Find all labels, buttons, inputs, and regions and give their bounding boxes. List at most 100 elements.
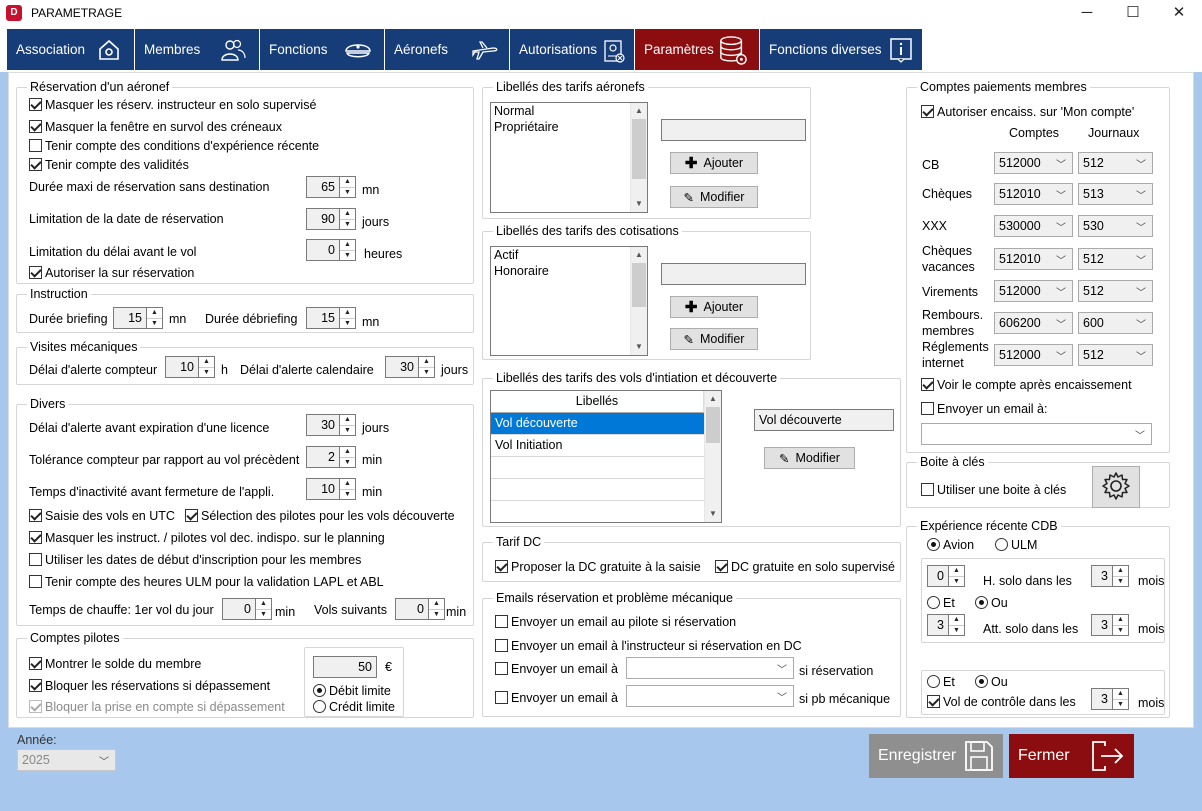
cb-utc[interactable] [29, 509, 42, 522]
table-row[interactable]: Vol Initiation [491, 435, 704, 457]
save-button[interactable]: Enregistrer [869, 734, 1003, 778]
radio-et[interactable] [927, 596, 940, 609]
compte-select[interactable]: 530000 ﹀ [994, 215, 1073, 237]
stepper-arrows[interactable]: ▲ ▼ [419, 356, 435, 378]
limite-amount-input[interactable]: 50 [313, 656, 377, 678]
stepper-arrows[interactable]: ▲ ▼ [429, 598, 445, 620]
cb-bloquer-reservations[interactable] [29, 679, 42, 692]
hsolo-months-stepper[interactable]: 3 ▲ ▼ [1091, 565, 1129, 587]
stepper-value[interactable]: 3 [1091, 565, 1113, 587]
stepper-arrows[interactable]: ▲ ▼ [147, 307, 163, 329]
stepper-value[interactable]: 10 [306, 478, 340, 500]
cb-envoyer-email[interactable] [921, 402, 934, 415]
stepper-arrows[interactable]: ▲ ▼ [340, 307, 356, 329]
close-button[interactable]: Fermer [1009, 734, 1134, 778]
tarifs-cotisations-list[interactable]: Actif Honoraire ▲ ▼ [490, 246, 648, 356]
cb-validites[interactable] [29, 158, 42, 171]
cb-masquer-instruct[interactable] [29, 531, 42, 544]
radio-debit-limite[interactable] [313, 684, 326, 697]
stepper-arrows[interactable]: ▲ ▼ [949, 565, 965, 587]
vol-months-stepper[interactable]: 3 ▲ ▼ [1091, 688, 1129, 710]
scrollbar[interactable]: ▲ ▼ [630, 247, 647, 355]
journal-select[interactable]: 513 ﹀ [1078, 183, 1153, 205]
cb-dc-gratuite-solo[interactable] [715, 560, 728, 573]
stepper-value[interactable]: 0 [395, 598, 429, 620]
stepper-arrows[interactable]: ▲ ▼ [1113, 614, 1129, 636]
tab-autorisations[interactable]: Autorisations [510, 29, 635, 70]
journal-select[interactable]: 512 ﹀ [1078, 344, 1153, 366]
stepper-arrows[interactable]: ▲ ▼ [340, 176, 356, 198]
email-select[interactable]: ﹀ [921, 423, 1152, 445]
list-item[interactable]: Honoraire [491, 263, 647, 279]
stepper-arrows[interactable]: ▲ ▼ [340, 446, 356, 468]
radio-ou[interactable] [975, 596, 988, 609]
stepper-value[interactable]: 15 [306, 307, 340, 329]
compte-select[interactable]: 512000 ﹀ [994, 344, 1073, 366]
stepper-arrows[interactable]: ▲ ▼ [949, 614, 965, 636]
stepper-arrows[interactable]: ▲ ▼ [340, 478, 356, 500]
tab-association[interactable]: Association [7, 29, 135, 70]
compte-select[interactable]: 512010 ﹀ [994, 248, 1073, 270]
table-row[interactable]: Vol découverte [491, 413, 704, 435]
stepper-arrows[interactable]: ▲ ▼ [340, 208, 356, 230]
hsolo-stepper[interactable]: 0 ▲ ▼ [927, 565, 965, 587]
modifier-button[interactable]: ✎ Modifier [670, 328, 758, 350]
cb-experience-recente[interactable] [29, 139, 42, 152]
list-item[interactable]: Propriétaire [491, 119, 647, 135]
stepper-value[interactable]: 0 [222, 598, 256, 620]
list-item[interactable]: Normal [491, 103, 647, 119]
modifier-button[interactable]: ✎ Modifier [764, 447, 855, 469]
tab-membres[interactable]: Membres [135, 29, 260, 70]
limdate-stepper[interactable]: 90 ▲ ▼ [306, 208, 356, 230]
chauffe-stepper[interactable]: 0 ▲ ▼ [222, 598, 272, 620]
compte-select[interactable]: 512000 ﹀ [994, 152, 1073, 174]
cb-email-instructeur[interactable] [495, 639, 508, 652]
ajouter-button[interactable]: ✚ Ajouter [670, 296, 758, 318]
compte-select[interactable]: 512010 ﹀ [994, 183, 1073, 205]
briefing-stepper[interactable]: 15 ▲ ▼ [113, 307, 163, 329]
email-reservation-select[interactable]: ﹀ [626, 657, 794, 679]
cb-masquer-fenetre[interactable] [29, 120, 42, 133]
compte-select[interactable]: 606200 ﹀ [994, 312, 1073, 334]
stepper-value[interactable]: 3 [1091, 688, 1113, 710]
cb-heures-ulm[interactable] [29, 575, 42, 588]
list-item[interactable]: Actif [491, 247, 647, 263]
journal-select[interactable]: 512 ﹀ [1078, 248, 1153, 270]
maximize-icon[interactable]: ☐ [1110, 0, 1156, 26]
cb-boite-cles[interactable] [921, 483, 934, 496]
debriefing-stepper[interactable]: 15 ▲ ▼ [306, 307, 356, 329]
tarifs-vols-grid[interactable]: Libellés Vol découverte Vol Initiation ▲… [490, 390, 722, 523]
minimize-icon[interactable]: ─ [1064, 0, 1110, 26]
stepper-arrows[interactable]: ▲ ▼ [1113, 688, 1129, 710]
stepper-value[interactable]: 0 [306, 239, 340, 261]
table-row[interactable] [491, 479, 704, 501]
compteur-stepper[interactable]: 10 ▲ ▼ [165, 356, 215, 378]
stepper-value[interactable]: 2 [306, 446, 340, 468]
stepper-value[interactable]: 65 [306, 176, 340, 198]
journal-select[interactable]: 512 ﹀ [1078, 152, 1153, 174]
stepper-value[interactable]: 30 [306, 414, 340, 436]
cb-voir-compte[interactable] [921, 378, 934, 391]
stepper-value[interactable]: 30 [385, 356, 419, 378]
stepper-arrows[interactable]: ▲ ▼ [199, 356, 215, 378]
suivants-stepper[interactable]: 0 ▲ ▼ [395, 598, 445, 620]
tab-parametres[interactable]: Paramètres [635, 29, 760, 70]
tab-fonctions-diverses[interactable]: Fonctions diverses [760, 29, 923, 70]
table-row[interactable] [491, 457, 704, 479]
radio-ulm[interactable] [995, 538, 1008, 551]
radio-et[interactable] [927, 675, 940, 688]
radio-avion[interactable] [927, 538, 940, 551]
stepper-arrows[interactable]: ▲ ▼ [340, 414, 356, 436]
tarif-aeronef-input[interactable] [661, 119, 806, 141]
journal-select[interactable]: 512 ﹀ [1078, 280, 1153, 302]
cb-email-pilote[interactable] [495, 615, 508, 628]
cb-sur-reservation[interactable] [29, 266, 42, 279]
tarifs-aeronefs-list[interactable]: Normal Propriétaire ▲ ▼ [490, 102, 648, 213]
stepper-value[interactable]: 3 [1091, 614, 1113, 636]
cb-autoriser-encaiss[interactable] [921, 105, 934, 118]
tarif-vol-input[interactable]: Vol découverte [754, 409, 894, 431]
cb-email-reservation[interactable] [495, 662, 508, 675]
inactivite-stepper[interactable]: 10 ▲ ▼ [306, 478, 356, 500]
cb-selection-pilotes[interactable] [185, 509, 198, 522]
licence-stepper[interactable]: 30 ▲ ▼ [306, 414, 356, 436]
